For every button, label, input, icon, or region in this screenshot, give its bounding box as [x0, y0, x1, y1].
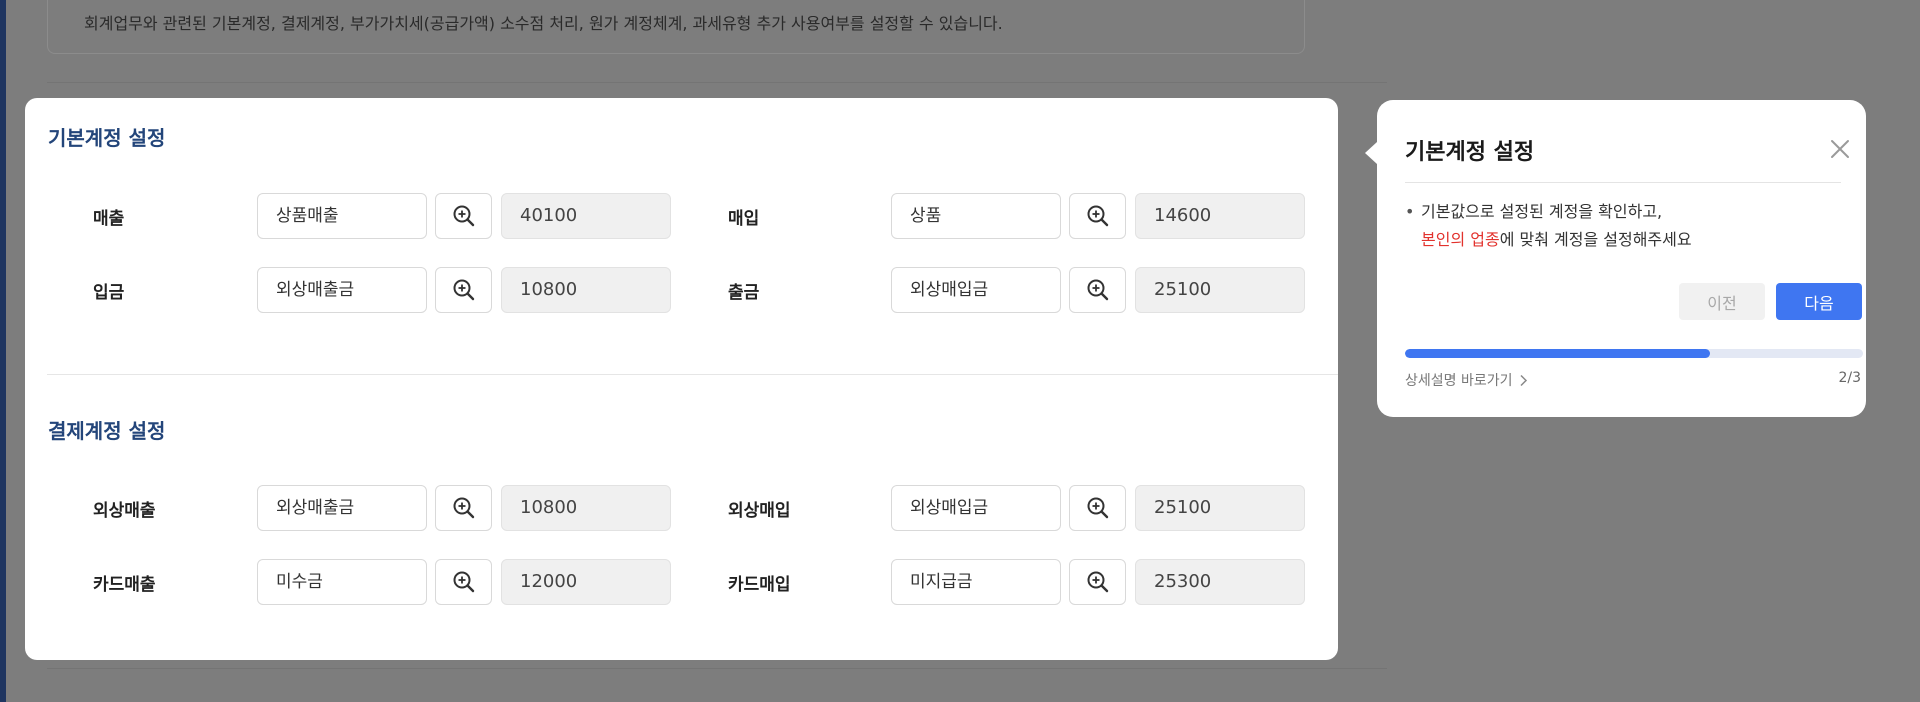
previous-button[interactable]: 이전	[1679, 283, 1765, 320]
zoom-in-icon	[1087, 205, 1108, 227]
field-label-deposit: 입금	[93, 283, 125, 303]
field-label-credit-sales: 외상매출	[93, 501, 156, 521]
field-label-purchase: 매입	[728, 209, 760, 229]
account-name-field[interactable]: 미지급금	[891, 559, 1061, 605]
zoom-in-icon	[453, 279, 474, 301]
field-label-card-sales: 카드매출	[93, 575, 156, 595]
popover-divider	[1405, 182, 1841, 183]
message-text: 에 맞춰 계정을 설정해주세요	[1499, 230, 1692, 249]
account-search-button[interactable]	[435, 267, 492, 313]
account-search-button[interactable]	[435, 193, 492, 239]
zoom-in-icon	[1087, 497, 1108, 519]
account-search-button[interactable]	[435, 559, 492, 605]
account-code-field: 10800	[501, 267, 671, 313]
account-code-field: 25300	[1135, 559, 1305, 605]
section-divider	[47, 374, 1338, 375]
message-line-1: • 기본값으로 설정된 계정을 확인하고,	[1405, 198, 1845, 226]
zoom-in-icon	[453, 497, 474, 519]
progress-fill	[1405, 349, 1711, 358]
next-button[interactable]: 다음	[1776, 283, 1862, 320]
field-label-credit-purchase: 외상매입	[728, 501, 791, 521]
popover-message: • 기본값으로 설정된 계정을 확인하고, 본인의 업종에 맞춰 계정을 설정해주…	[1405, 198, 1845, 254]
field-label-withdrawal: 출금	[728, 283, 760, 303]
account-code-field: 25100	[1135, 267, 1305, 313]
left-accent-bar	[0, 0, 6, 702]
field-label-card-purchase: 카드매입	[728, 575, 791, 595]
popover-arrow	[1365, 142, 1377, 164]
account-code-field: 40100	[501, 193, 671, 239]
popover-title: 기본계정 설정	[1405, 140, 1535, 165]
background-divider	[47, 82, 1387, 83]
account-name-field[interactable]: 외상매출금	[257, 267, 427, 313]
step-indicator: 2/3	[1838, 370, 1861, 386]
account-name-field[interactable]: 외상매출금	[257, 485, 427, 531]
description-box: 회계업무와 관련된 기본계정, 결제계정, 부가가치세(공급가액) 소수점 처리…	[47, 0, 1305, 54]
message-text: 기본값으로 설정된 계정을 확인하고,	[1421, 202, 1663, 221]
chevron-right-icon	[1519, 374, 1527, 386]
account-code-field: 10800	[501, 485, 671, 531]
account-name-field[interactable]: 외상매입금	[891, 267, 1061, 313]
account-name-field[interactable]: 외상매입금	[891, 485, 1061, 531]
account-code-field: 12000	[501, 559, 671, 605]
account-search-button[interactable]	[1069, 559, 1126, 605]
zoom-in-icon	[1087, 571, 1108, 593]
zoom-in-icon	[453, 205, 474, 227]
account-search-button[interactable]	[1069, 193, 1126, 239]
detail-link-label: 상세설명 바로가기	[1405, 373, 1513, 389]
account-settings-card: 기본계정 설정 매출 상품매출 40100 매입 상품 14600 입금 외상매…	[25, 98, 1338, 660]
close-button[interactable]	[1829, 138, 1851, 160]
account-search-button[interactable]	[1069, 267, 1126, 313]
bullet: •	[1405, 202, 1415, 221]
account-code-field: 25100	[1135, 485, 1305, 531]
account-name-field[interactable]: 미수금	[257, 559, 427, 605]
basic-section-title: 기본계정 설정	[48, 126, 166, 150]
guide-popover: 기본계정 설정 • 기본값으로 설정된 계정을 확인하고, 본인의 업종에 맞춰 …	[1365, 100, 1866, 417]
account-name-field[interactable]: 상품	[891, 193, 1061, 239]
message-line-2: 본인의 업종에 맞춰 계정을 설정해주세요	[1405, 226, 1845, 254]
progress-bar	[1405, 349, 1863, 358]
zoom-in-icon	[453, 571, 474, 593]
zoom-in-icon	[1087, 279, 1108, 301]
background-divider	[47, 668, 1387, 669]
payment-section-title: 결제계정 설정	[48, 419, 166, 443]
account-search-button[interactable]	[435, 485, 492, 531]
field-label-sales: 매출	[93, 209, 125, 229]
account-search-button[interactable]	[1069, 485, 1126, 531]
highlight-text: 본인의 업종	[1421, 230, 1500, 249]
description-text: 회계업무와 관련된 기본계정, 결제계정, 부가가치세(공급가액) 소수점 처리…	[84, 14, 1003, 33]
account-code-field: 14600	[1135, 193, 1305, 239]
detail-link[interactable]: 상세설명 바로가기	[1405, 370, 1528, 390]
close-icon	[1831, 140, 1849, 158]
account-name-field[interactable]: 상품매출	[257, 193, 427, 239]
